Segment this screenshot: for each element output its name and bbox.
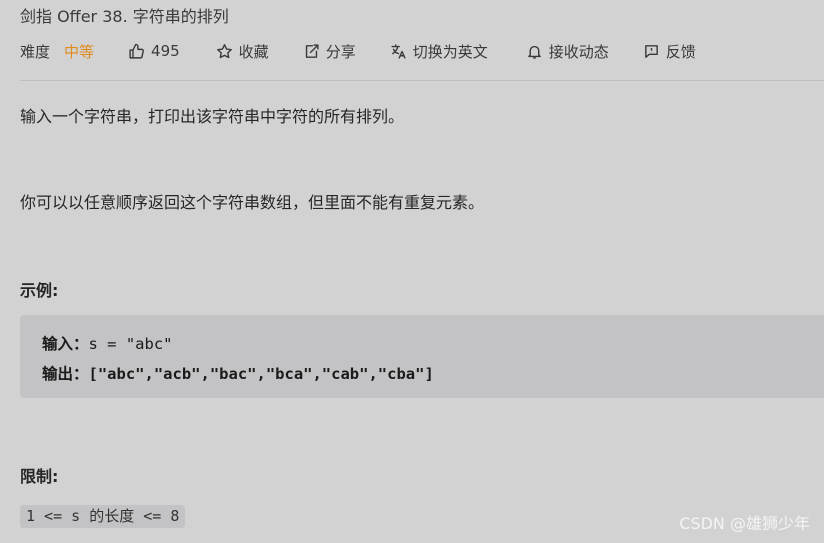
constraints-heading: 限制: [20, 467, 59, 486]
translate-icon [391, 43, 406, 59]
problem-meta-bar: 难度 中等 495 收藏 分享 切换为英文 接收动态 反馈 [20, 40, 696, 62]
favorite-button[interactable]: 收藏 [216, 41, 269, 62]
description-paragraph: 你可以以任意顺序返回这个字符串数组，但里面不能有重复元素。 [20, 193, 485, 212]
thumbs-up-icon [129, 43, 145, 59]
switch-language-button[interactable]: 切换为英文 [390, 41, 488, 62]
difficulty-value: 中等 [64, 42, 95, 61]
star-icon [216, 43, 232, 58]
example-output-label: 输出： [42, 365, 89, 383]
description-paragraph: 输入一个字符串，打印出该字符串中字符的所有排列。 [20, 107, 405, 126]
example-heading: 示例: [20, 281, 59, 300]
share-button[interactable]: 分享 [303, 41, 356, 62]
divider [20, 80, 824, 81]
example-input-label: 输入： [42, 335, 89, 353]
example-code-block: 输入：s = "abc" 输出：["abc","acb","bac","bca"… [20, 315, 824, 398]
feedback-label: 反馈 [665, 42, 696, 61]
like-count: 495 [151, 42, 180, 60]
constraint-item: 1 <= s 的长度 <= 8 [20, 505, 186, 528]
notifications-button[interactable]: 接收动态 [526, 41, 609, 62]
like-button[interactable]: 495 [128, 42, 180, 60]
example-output-line: 输出：["abc","acb","bac","bca","cab","cba"] [42, 362, 434, 384]
notifications-label: 接收动态 [548, 42, 609, 61]
watermark: CSDN @雄狮少年 [679, 514, 810, 533]
page-title: 剑指 Offer 38. 字符串的排列 [20, 7, 229, 26]
bell-icon [527, 45, 541, 59]
example-input-value: s = "abc" [88, 335, 173, 353]
feedback-button[interactable]: 反馈 [643, 41, 696, 62]
difficulty-label: 难度 [20, 42, 51, 61]
share-icon [305, 43, 319, 58]
example-output-value: ["abc","acb","bac","bca","cab","cba"] [88, 365, 434, 383]
favorite-label: 收藏 [238, 42, 269, 61]
switch-language-label: 切换为英文 [412, 42, 488, 61]
example-input-line: 输入：s = "abc" [42, 332, 173, 354]
share-label: 分享 [325, 42, 356, 61]
feedback-icon [644, 44, 658, 58]
